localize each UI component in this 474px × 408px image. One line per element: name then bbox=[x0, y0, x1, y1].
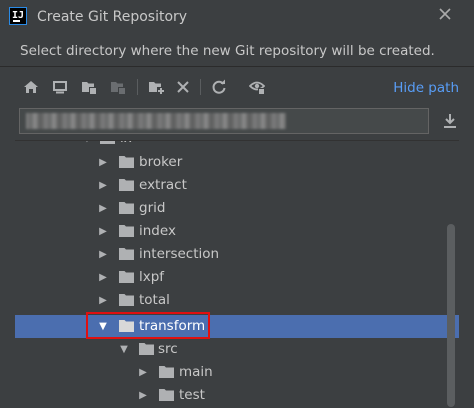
folder-icon bbox=[100, 141, 115, 144]
file-chooser-toolbar: Hide path bbox=[0, 76, 474, 98]
tree-row-intersection[interactable]: ▶ intersection bbox=[15, 243, 459, 266]
home-icon bbox=[24, 81, 38, 93]
tree-item-label: lxpf bbox=[139, 269, 165, 285]
close-button[interactable] bbox=[436, 7, 454, 25]
desktop-icon bbox=[53, 81, 67, 94]
folder-icon bbox=[119, 156, 134, 168]
tree-row-index[interactable]: ▶ index bbox=[15, 220, 459, 243]
expand-arrow-icon[interactable]: ▶ bbox=[96, 174, 110, 197]
folder-icon bbox=[119, 271, 134, 283]
tree-row-grid[interactable]: ▶ grid bbox=[15, 197, 459, 220]
tree-item-label: intersection bbox=[139, 246, 220, 262]
separator bbox=[0, 66, 474, 67]
expand-arrow-icon[interactable]: ▶ bbox=[96, 266, 110, 289]
tree-row-broker[interactable]: ▶ broker bbox=[15, 151, 459, 174]
collapse-arrow-icon[interactable]: ▼ bbox=[117, 338, 131, 361]
tree-item-label: test bbox=[179, 387, 205, 403]
tree-item-label: lx bbox=[120, 141, 132, 146]
module-folder-button[interactable] bbox=[107, 76, 129, 98]
toolbar-separator bbox=[200, 79, 201, 95]
expand-arrow-icon[interactable]: ▶ bbox=[96, 289, 110, 312]
hide-path-link[interactable]: Hide path bbox=[393, 80, 459, 96]
tree-row-transform[interactable]: ▼ transform bbox=[15, 315, 459, 338]
tree-row-parent[interactable]: ▼ lx bbox=[15, 141, 459, 150]
home-button[interactable] bbox=[20, 76, 42, 98]
toolbar-separator bbox=[137, 79, 138, 95]
tree-item-label: extract bbox=[139, 177, 187, 193]
desktop-button[interactable] bbox=[49, 76, 71, 98]
tree-item-label: index bbox=[139, 223, 176, 239]
tree-item-label: total bbox=[139, 292, 170, 308]
expand-arrow-icon[interactable]: ▶ bbox=[96, 197, 110, 220]
title-bar: IJ Create Git Repository bbox=[0, 0, 474, 36]
project-folder-button[interactable] bbox=[78, 76, 100, 98]
tree-row-src[interactable]: ▼ src bbox=[15, 338, 459, 361]
folder-icon bbox=[119, 202, 134, 214]
directory-tree[interactable]: ▼ lx ▶ broker ▶ extract ▶ grid ▶ index ▶… bbox=[15, 140, 459, 408]
tree-row-test[interactable]: ▶ test bbox=[15, 384, 459, 407]
path-input[interactable]: ██████████████████████████████████████ bbox=[19, 108, 429, 134]
folder-icon bbox=[119, 179, 134, 191]
delete-button[interactable] bbox=[172, 76, 194, 98]
folder-icon bbox=[119, 248, 134, 260]
folder-icon bbox=[159, 389, 174, 401]
new-folder-icon bbox=[149, 82, 164, 94]
refresh-icon bbox=[212, 79, 226, 94]
tree-item-label: main bbox=[179, 364, 213, 380]
tree-row-lxpf[interactable]: ▶ lxpf bbox=[15, 266, 459, 289]
dialog-title: Create Git Repository bbox=[37, 9, 188, 25]
download-icon bbox=[444, 114, 456, 128]
folder-icon bbox=[139, 343, 154, 355]
download-button[interactable] bbox=[440, 110, 460, 132]
dialog-description: Select directory where the new Git repos… bbox=[20, 43, 435, 59]
expand-arrow-icon[interactable]: ▶ bbox=[136, 384, 150, 407]
new-folder-button[interactable] bbox=[145, 76, 167, 98]
collapse-arrow-icon[interactable]: ▼ bbox=[80, 141, 94, 150]
tree-item-label: grid bbox=[139, 200, 166, 216]
module-folder-icon bbox=[111, 82, 125, 94]
tree-item-label: src bbox=[158, 341, 178, 357]
intellij-logo-icon: IJ bbox=[9, 7, 27, 25]
tree-row-main[interactable]: ▶ main bbox=[15, 361, 459, 384]
folder-icon bbox=[119, 294, 134, 306]
expand-arrow-icon[interactable]: ▶ bbox=[96, 151, 110, 174]
vertical-scrollbar[interactable] bbox=[447, 224, 455, 407]
show-hidden-button[interactable] bbox=[246, 76, 268, 98]
close-icon bbox=[439, 8, 451, 20]
show-hidden-icon bbox=[249, 81, 265, 95]
expand-arrow-icon[interactable]: ▶ bbox=[96, 220, 110, 243]
tree-row-total[interactable]: ▶ total bbox=[15, 289, 459, 312]
project-folder-icon bbox=[82, 82, 96, 94]
folder-icon bbox=[119, 225, 134, 237]
folder-icon bbox=[159, 366, 174, 378]
delete-icon bbox=[177, 81, 189, 93]
annotation-highlight-box bbox=[86, 312, 210, 339]
tree-row-extract[interactable]: ▶ extract bbox=[15, 174, 459, 197]
tree-item-label: broker bbox=[139, 154, 183, 170]
expand-arrow-icon[interactable]: ▶ bbox=[96, 243, 110, 266]
refresh-button[interactable] bbox=[208, 76, 230, 98]
expand-arrow-icon[interactable]: ▶ bbox=[136, 361, 150, 384]
path-input-value: ██████████████████████████████████████ bbox=[26, 113, 286, 129]
